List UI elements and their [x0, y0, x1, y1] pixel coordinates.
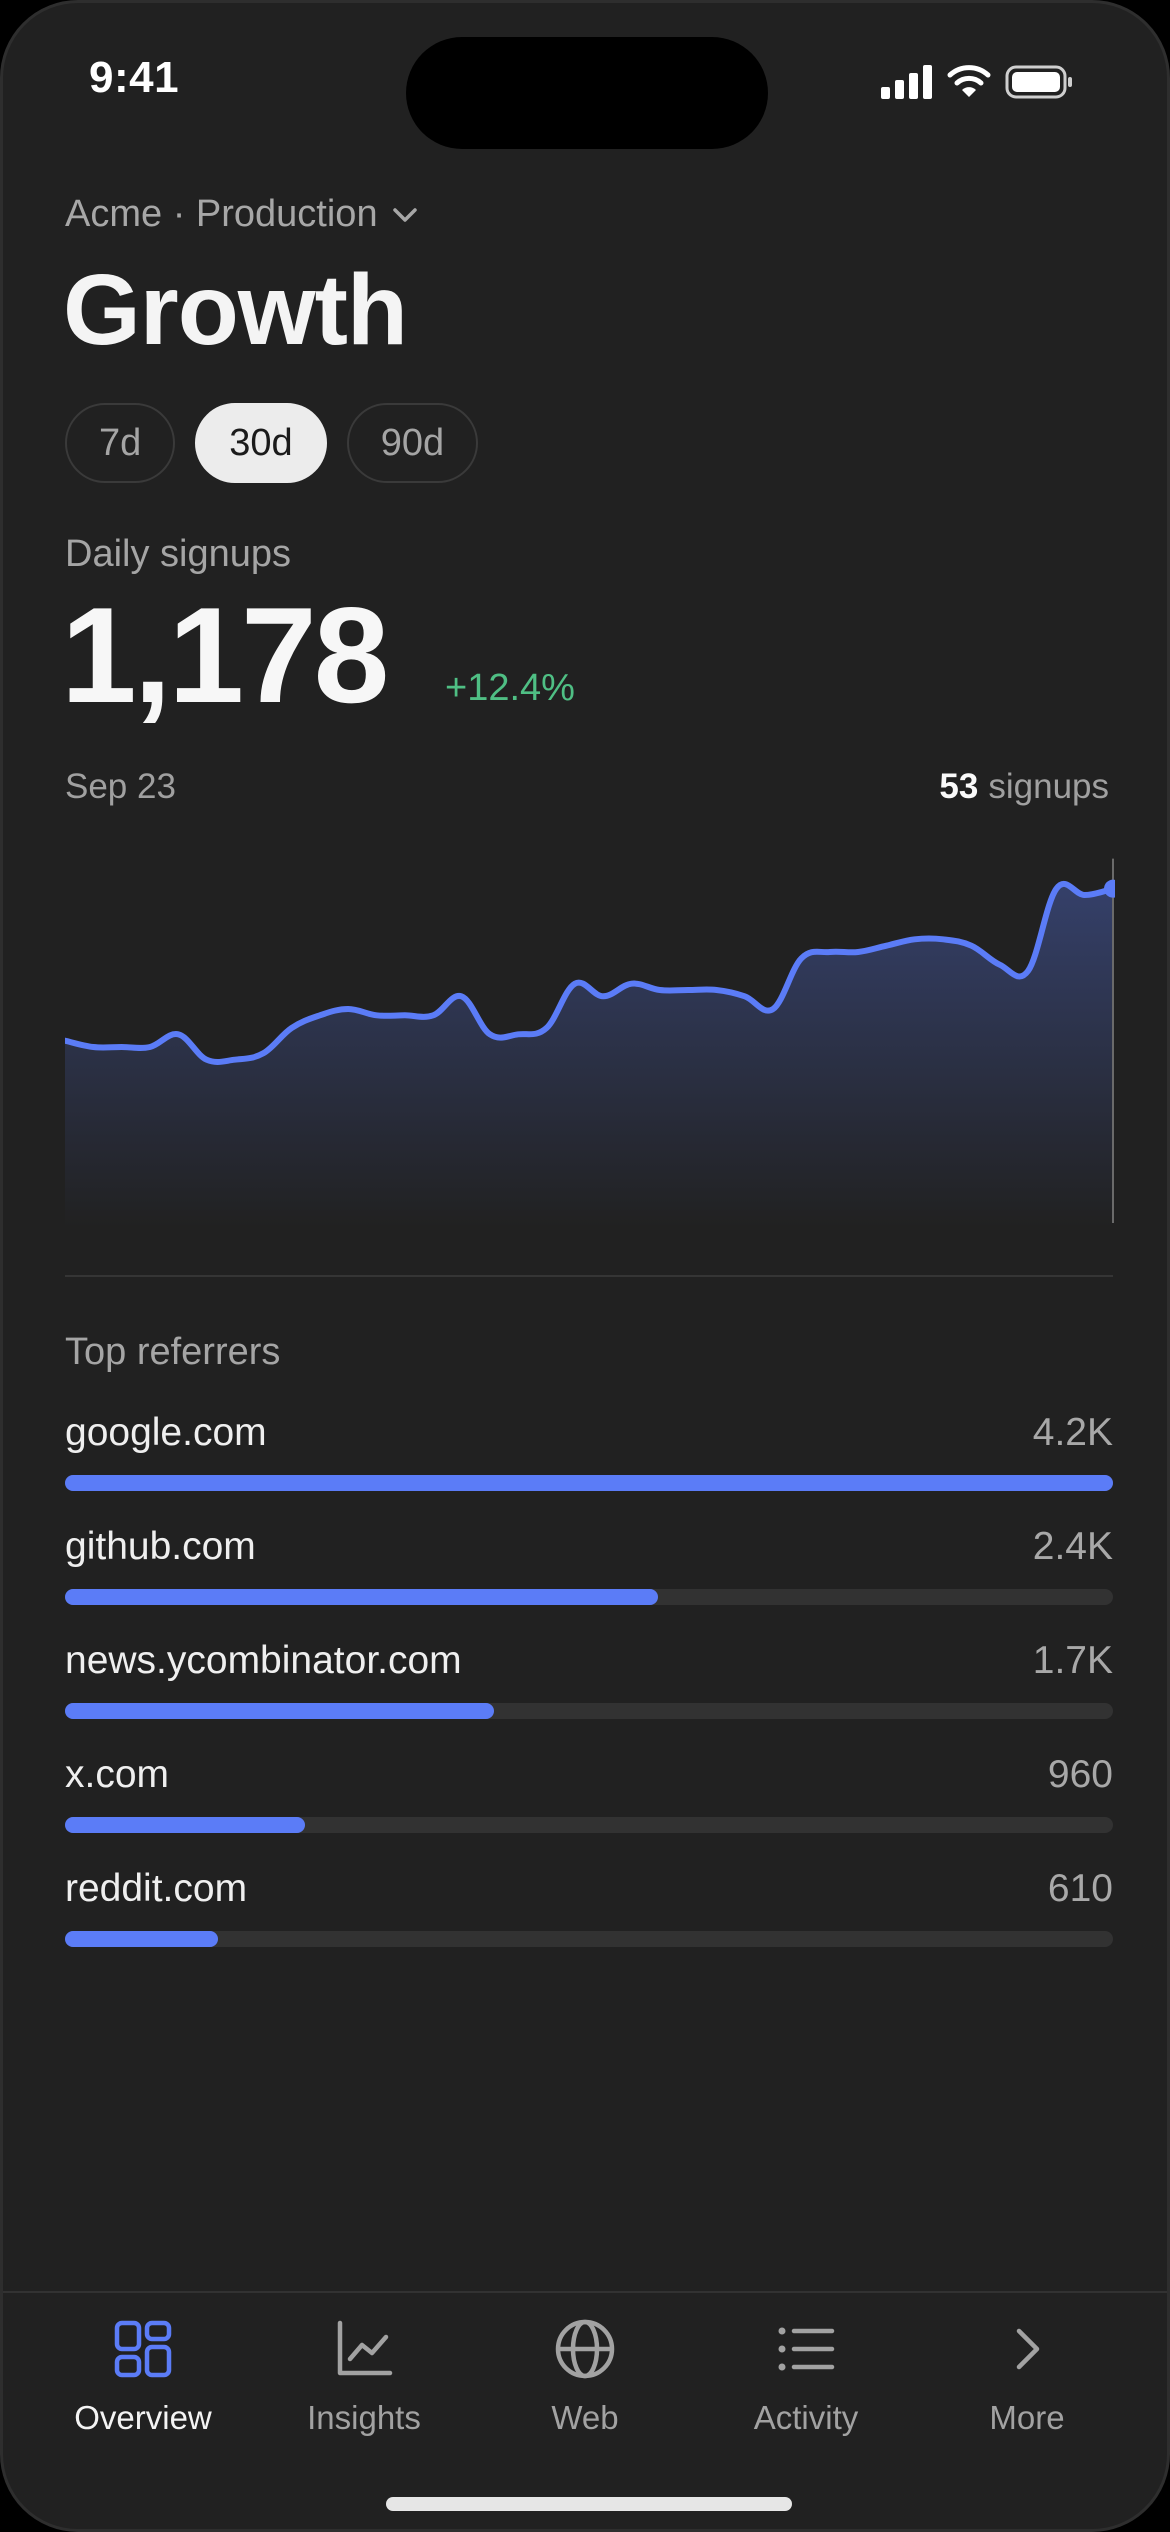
list-icon [778, 2327, 835, 2371]
referrers-list: google.com 4.2K github.com 2.4K news.yco… [65, 1407, 1113, 1977]
tab-label: More [989, 2399, 1065, 2436]
referrer-row[interactable]: github.com 2.4K [65, 1521, 1113, 1635]
referrer-name: x.com [65, 1753, 170, 1796]
grid-icon [114, 2320, 172, 2378]
wifi-icon [947, 65, 991, 97]
referrer-bar-track [65, 1475, 1113, 1491]
tab-overview[interactable]: Overview [33, 2293, 253, 2529]
chart-readout-unit: signups [988, 767, 1109, 806]
home-indicator [386, 2497, 792, 2511]
cellular-signal-icon [881, 65, 932, 99]
referrer-bar-fill [65, 1475, 1113, 1491]
referrer-bar-fill [65, 1589, 659, 1605]
referrer-name: news.ycombinator.com [65, 1639, 462, 1682]
referrer-row[interactable]: reddit.com 610 [65, 1863, 1113, 1977]
battery-icon [1005, 65, 1072, 99]
chart-readout-value: 53 [939, 767, 979, 806]
tab-label: Web [551, 2399, 619, 2436]
referrer-value: 610 [1047, 1867, 1113, 1910]
range-selector: 7d 30d 90d [65, 403, 479, 483]
chart-area-fill [65, 883, 1113, 1228]
range-7d[interactable]: 7d [65, 403, 176, 483]
tab-label: Insights [307, 2399, 421, 2436]
project-name: Acme · Production [65, 193, 378, 235]
range-90d[interactable]: 90d [346, 403, 479, 483]
metric-value: 1,178 [61, 579, 389, 731]
metric-label: Daily signups [65, 533, 291, 575]
signups-chart[interactable] [65, 828, 1115, 1228]
chevron-down-icon [392, 207, 417, 222]
status-bar: 9:41 [3, 3, 1167, 153]
globe-icon [555, 2319, 615, 2379]
range-30d[interactable]: 30d [195, 403, 327, 483]
project-selector[interactable]: Acme · Production [65, 193, 420, 236]
status-icons [881, 61, 1081, 101]
referrer-name: google.com [65, 1411, 267, 1454]
referrer-row[interactable]: x.com 960 [65, 1749, 1113, 1863]
status-time: 9:41 [89, 53, 180, 102]
referrer-value: 4.2K [1032, 1411, 1113, 1454]
metric-delta: +12.4% [445, 667, 575, 709]
tab-bar: Overview Insights Web Activity More [3, 2291, 1167, 2529]
line-chart-icon [337, 2320, 393, 2376]
referrer-bar-track [65, 1817, 1113, 1833]
phone-screen: 9:41 Acme · Production Growth 7d 30d 90d… [0, 0, 1170, 2532]
referrer-value: 960 [1047, 1753, 1113, 1796]
referrer-bar-track [65, 1703, 1113, 1719]
chart-date: Sep 23 [65, 767, 176, 806]
referrer-bar-track [65, 1931, 1113, 1947]
referrer-value: 1.7K [1032, 1639, 1113, 1682]
chevron-right-icon [1016, 2328, 1040, 2370]
referrer-bar-track [65, 1589, 1113, 1605]
tab-label: Overview [74, 2399, 212, 2436]
dynamic-island [406, 37, 768, 149]
referrer-bar-fill [65, 1931, 218, 1947]
referrers-title: Top referrers [65, 1331, 281, 1373]
referrer-name: github.com [65, 1525, 256, 1568]
referrer-row[interactable]: google.com 4.2K [65, 1407, 1113, 1521]
referrer-name: reddit.com [65, 1867, 248, 1910]
tab-more[interactable]: More [917, 2293, 1137, 2529]
section-divider [65, 1275, 1113, 1277]
referrer-row[interactable]: news.ycombinator.com 1.7K [65, 1635, 1113, 1749]
chart-readout: 53 signups [939, 767, 1109, 807]
tab-label: Activity [753, 2399, 859, 2436]
referrer-bar-fill [65, 1703, 494, 1719]
page-title: Growth [63, 254, 408, 366]
referrer-bar-fill [65, 1817, 305, 1833]
referrer-value: 2.4K [1032, 1525, 1113, 1568]
